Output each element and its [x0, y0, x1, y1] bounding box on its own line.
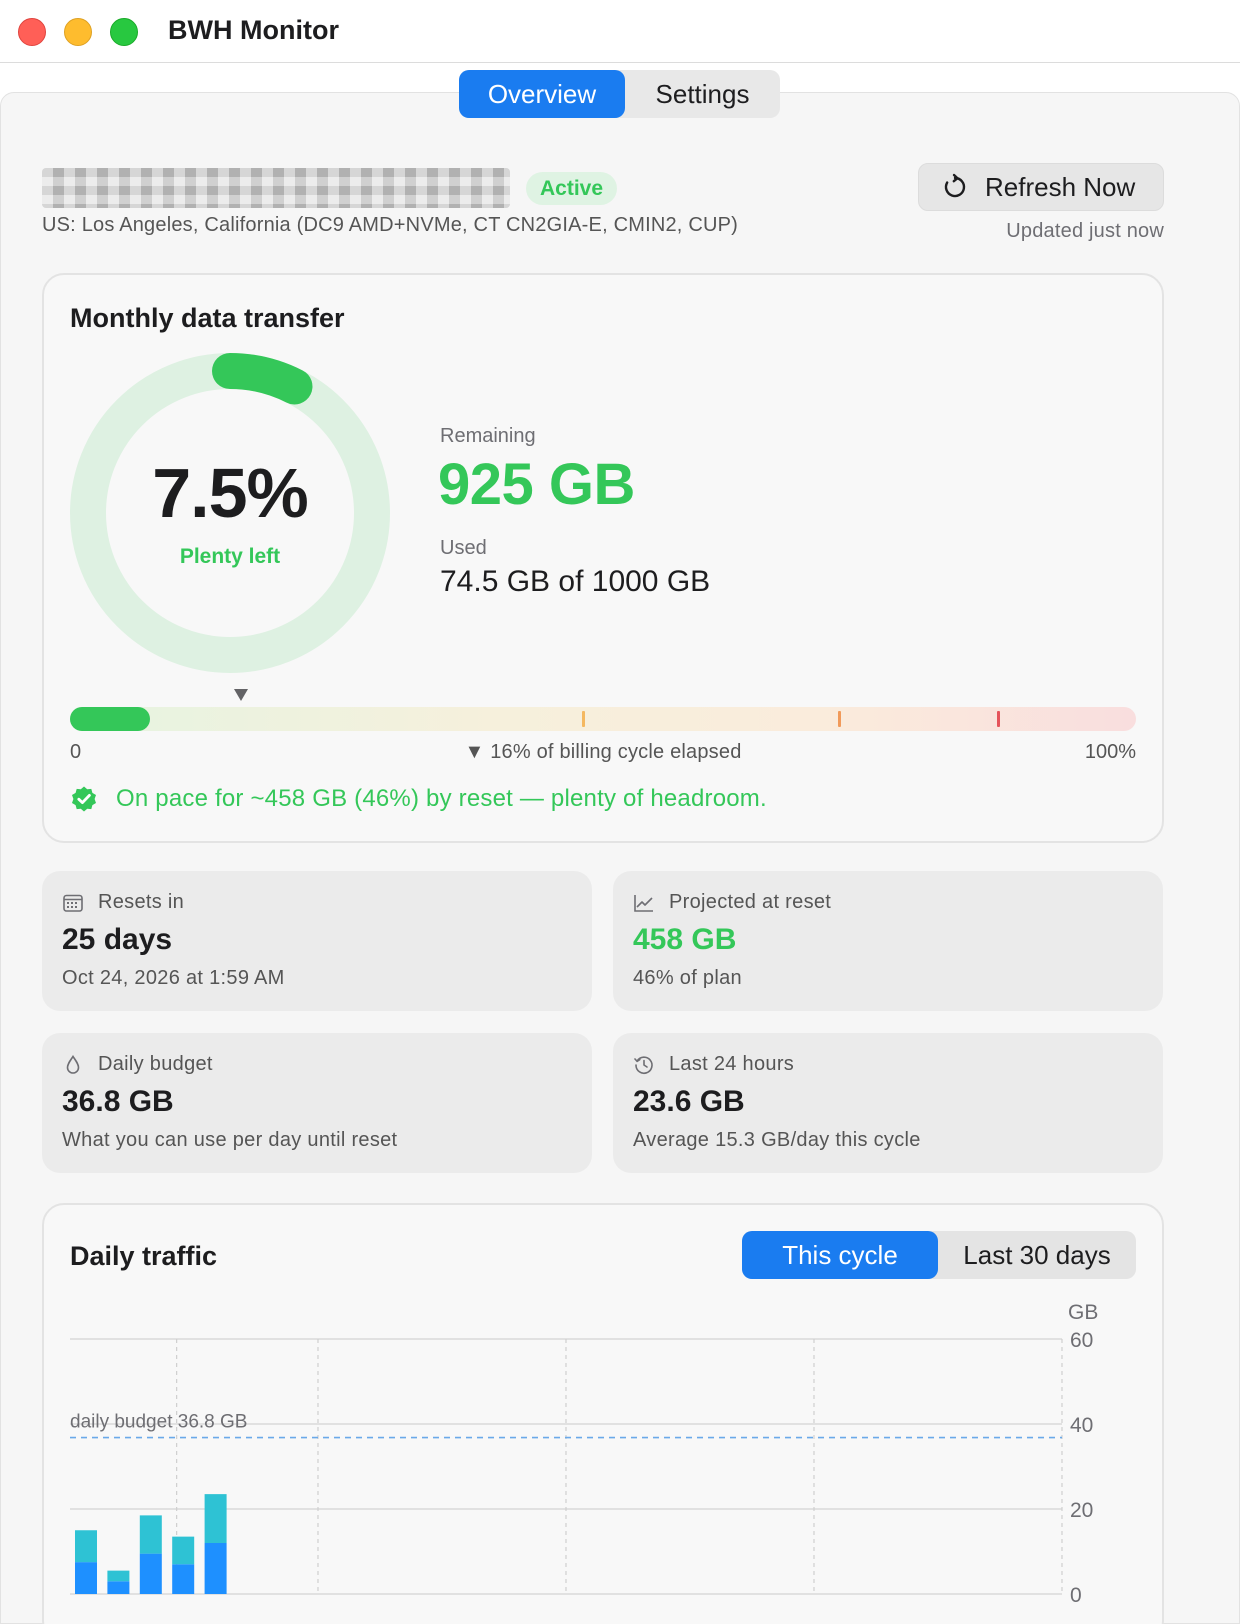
daily-budget-value: 36.8 GB [62, 1085, 174, 1118]
y-tick-label: 0 [1070, 1584, 1082, 1607]
resets-in-card: Resets in 25 days Oct 24, 2026 at 1:59 A… [42, 871, 592, 1011]
threshold-tick [581, 711, 585, 727]
refresh-icon [944, 173, 966, 198]
last-24-hours-label: Last 24 hours [669, 1053, 795, 1075]
verified-check-icon [72, 786, 96, 812]
window-title: BWH Monitor [168, 15, 339, 45]
reset-date: Oct 24, 2026 at 1:59 AM [62, 967, 285, 989]
last-24-hours-card: Last 24 hours 23.6 GB Average 15.3 GB/da… [613, 1033, 1163, 1173]
usage-status-text: Plenty left [179, 545, 281, 568]
y-tick-label: 60 [1070, 1329, 1093, 1352]
pace-text: On pace for ~458 GB (46%) by reset — ple… [116, 785, 767, 812]
traffic-bar-upper [139, 1515, 162, 1554]
history-icon [634, 1055, 653, 1074]
close-window-button[interactable] [18, 18, 46, 46]
usage-progress-bar [70, 707, 1136, 731]
traffic-bar-upper [107, 1570, 130, 1582]
range-segmented-control: This cycle Last 30 days [742, 1231, 1136, 1279]
daily-traffic-chart: 0 20 40 60 GB daily budget 36.8 GB [70, 1301, 1098, 1607]
cycle-elapsed-marker-icon [233, 689, 248, 701]
daily-budget-label: Daily budget [98, 1053, 213, 1075]
projected-label: Projected at reset [669, 891, 832, 913]
drop-icon [66, 1054, 80, 1074]
threshold-tick [997, 711, 1001, 727]
tab-settings[interactable]: Settings [625, 70, 780, 118]
server-hostname-redacted [42, 168, 510, 208]
server-location: US: Los Angeles, California (DC9 AMD+NVM… [42, 214, 739, 236]
traffic-bar-lower [204, 1543, 227, 1594]
view-tabs: Overview Settings [459, 70, 780, 118]
range-last-30-days[interactable]: Last 30 days [938, 1231, 1136, 1279]
used-label: Used [440, 537, 487, 559]
projected-percent-of-plan: 46% of plan [633, 967, 742, 989]
refresh-now-label: Refresh Now [985, 171, 1136, 202]
budget-line-label: daily budget 36.8 GB [70, 1412, 247, 1433]
last-24-hours-value: 23.6 GB [633, 1085, 745, 1118]
traffic-bar-lower [107, 1581, 130, 1594]
usage-progress-fill [70, 707, 150, 731]
refresh-now-button[interactable]: Refresh Now [918, 163, 1164, 211]
y-tick-label: 20 [1070, 1499, 1093, 1522]
range-this-cycle[interactable]: This cycle [742, 1231, 938, 1279]
traffic-bar-upper [75, 1530, 97, 1563]
monthly-transfer-card: Monthly data transfer 7.5% Plenty left R… [42, 273, 1164, 843]
daily-traffic-card: Daily traffic This cycle Last 30 days 0 2… [42, 1203, 1164, 1624]
chart-line-icon [634, 894, 653, 912]
daily-average-text: Average 15.3 GB/day this cycle [633, 1129, 921, 1151]
minimize-window-button[interactable] [64, 18, 92, 46]
monthly-transfer-title: Monthly data transfer [70, 303, 345, 333]
y-axis-unit-label: GB [1068, 1301, 1098, 1324]
zoom-window-button[interactable] [110, 18, 138, 46]
daily-traffic-title: Daily traffic [70, 1241, 218, 1271]
resets-in-value: 25 days [62, 923, 173, 956]
traffic-bar-lower [139, 1553, 162, 1594]
projected-value: 458 GB [633, 923, 737, 956]
threshold-tick [837, 711, 841, 727]
last-updated-text: Updated just now [1006, 220, 1164, 242]
remaining-label: Remaining [440, 425, 536, 447]
calendar-icon [63, 894, 83, 912]
traffic-bar-upper [204, 1494, 227, 1543]
traffic-bar-lower [172, 1564, 195, 1594]
usage-percent: 7.5% [152, 454, 309, 532]
pace-status: On pace for ~458 GB (46%) by reset — ple… [70, 785, 767, 813]
daily-budget-description: What you can use per day until reset [62, 1129, 398, 1151]
y-tick-label: 40 [1070, 1414, 1093, 1437]
resets-in-label: Resets in [98, 891, 185, 913]
used-value: 74.5 GB of 1000 GB [440, 565, 711, 598]
remaining-value: 925 GB [438, 452, 635, 517]
traffic-bar-upper [172, 1536, 195, 1565]
cycle-elapsed-label: ▼ 16% of billing cycle elapsed [464, 741, 742, 763]
title-bar: BWH Monitor [0, 0, 1240, 63]
projected-at-reset-card: Projected at reset 458 GB 46% of plan [613, 871, 1163, 1011]
bar-scale-end: 100% [1084, 741, 1136, 763]
status-badge: Active [526, 172, 618, 205]
tab-overview[interactable]: Overview [459, 70, 625, 118]
traffic-bar-lower [75, 1562, 97, 1594]
daily-budget-card: Daily budget 36.8 GB What you can use pe… [42, 1033, 592, 1173]
